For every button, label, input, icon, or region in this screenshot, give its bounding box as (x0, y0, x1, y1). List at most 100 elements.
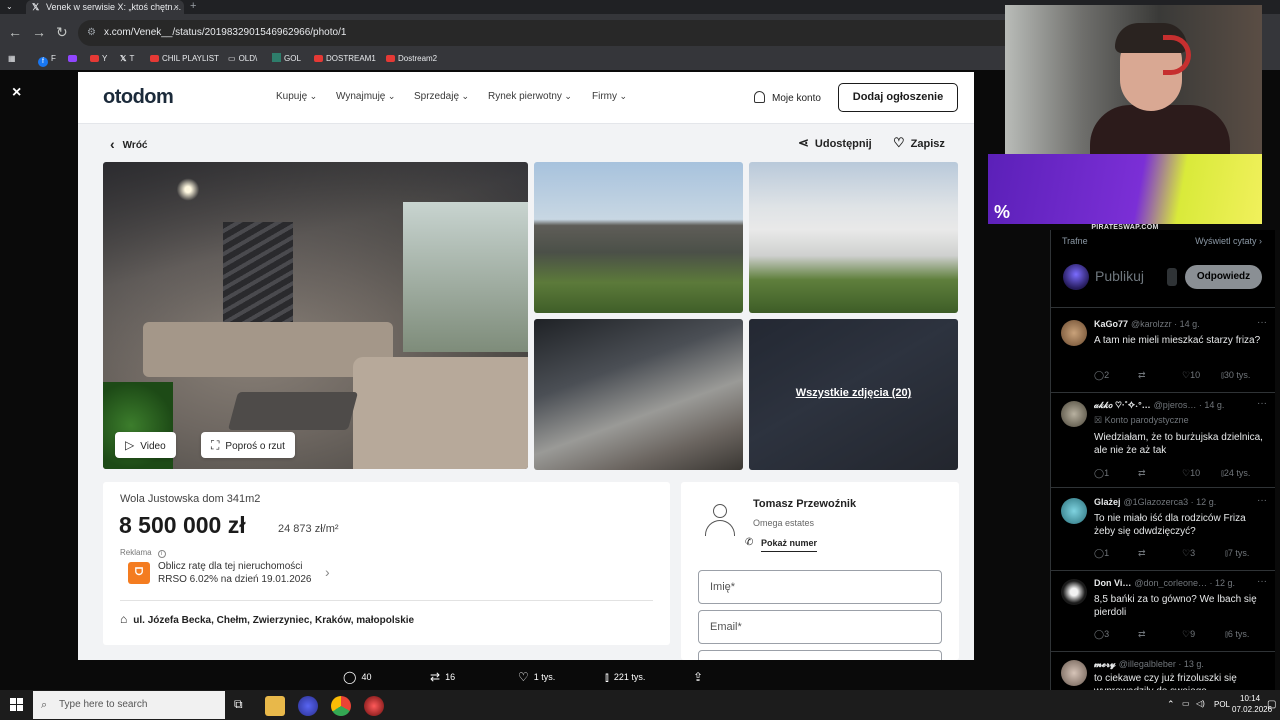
file-explorer-icon[interactable] (265, 696, 285, 716)
media-icon[interactable] (1167, 268, 1177, 286)
tab-title: Venek w serwisie X: „ktoś chętn… (46, 2, 182, 12)
promo-banner: % (988, 154, 1262, 224)
youtube-icon (90, 55, 99, 62)
repost-icon: ⇄ (430, 670, 441, 684)
x-icon: 𝕏 (120, 54, 127, 63)
view-quotes-link[interactable]: Wyświetl cytaty › (1195, 236, 1262, 246)
address: ⌂ ul. Józefa Becka, Chełm, Zwierzyniec, K… (120, 612, 415, 626)
avatar (1061, 660, 1087, 686)
gol-icon (272, 53, 281, 62)
reply-count[interactable]: ◯ 3 (1094, 629, 1109, 640)
reply-tweet[interactable]: 𝓶𝓮𝓻𝔂 @illegalbleber · 13 g. to ciekawe cz… (1051, 654, 1275, 690)
like-count[interactable]: ♡ 9 (1182, 629, 1195, 640)
photo-all-photos: Wszystkie zdjęcia (20) (749, 319, 958, 470)
floorplan-button: ⛶ Poproś o rzut (201, 432, 295, 458)
reply-button[interactable]: Odpowiedz (1185, 265, 1262, 289)
more-icon[interactable]: ··· (1257, 495, 1267, 506)
repost-icon[interactable]: ⇄ (1138, 548, 1146, 559)
share-action[interactable]: ⇪ (693, 670, 708, 684)
more-icon[interactable]: ··· (1257, 576, 1267, 587)
chevron-up-icon[interactable]: ⌃ (1167, 699, 1175, 710)
site-info-icon[interactable]: ⚙ (87, 20, 96, 46)
reload-icon[interactable]: ↻ (56, 22, 68, 42)
sort-relevant[interactable]: Trafne (1062, 236, 1088, 246)
browser-tab[interactable]: 𝕏 Venek w serwisie X: „ktoś chętn… × (26, 0, 184, 14)
forward-icon[interactable]: → (32, 22, 46, 42)
reply-action[interactable]: ◯ 40 (343, 670, 371, 684)
bookmark-dostream1[interactable]: DOSTREAM1 (314, 53, 376, 65)
like-count[interactable]: ♡ 3 (1182, 548, 1195, 559)
bookmark-t[interactable]: 𝕏T (120, 53, 134, 65)
taskbar-search[interactable]: ⌕ Type here to search (33, 691, 225, 719)
back-icon[interactable]: ← (8, 22, 22, 42)
view-count[interactable]: ⫾ 6 tys. (1225, 629, 1249, 640)
more-icon[interactable]: ··· (1257, 398, 1267, 409)
more-icon[interactable]: ··· (1257, 317, 1267, 328)
divider (1051, 651, 1275, 652)
bookmark-dostream2[interactable]: Dostream2 (386, 53, 437, 65)
notifications-icon[interactable]: ▢ (1267, 699, 1276, 710)
streamer-webcam (1005, 5, 1262, 155)
agent-card: Tomasz Przewoźnik Omega estates ✆ Pokaż n… (681, 482, 959, 660)
network-icon[interactable]: ▭ (1182, 699, 1190, 708)
views-action[interactable]: ⫾ 221 tys. (605, 670, 645, 685)
view-count[interactable]: ⫾ 30 tys. (1221, 370, 1250, 381)
reply-count[interactable]: ◯ 1 (1094, 548, 1109, 559)
close-viewer-button[interactable]: × (12, 84, 21, 102)
bookmark-twitch[interactable] (68, 53, 80, 65)
repost-icon[interactable]: ⇄ (1138, 468, 1146, 479)
task-view-icon[interactable]: ⧉ (234, 697, 243, 712)
youtube-icon (314, 55, 323, 62)
like-count[interactable]: ♡ 10 (1182, 468, 1200, 479)
like-action[interactable]: ♡ 1 tys. (518, 670, 555, 684)
reply-tweet[interactable]: Don Vi… @don_corleone… · 12 g. ··· 8,5 ba… (1051, 573, 1275, 651)
divider (1051, 307, 1275, 308)
repost-action[interactable]: ⇄ 16 (430, 670, 455, 684)
reply-count[interactable]: ◯ 1 (1094, 468, 1109, 479)
reply-count[interactable]: ◯ 2 (1094, 370, 1109, 381)
ad-text: Oblicz ratę dla tej nieruchomości RRSO 6.… (158, 561, 312, 585)
volume-icon[interactable]: ◁) (1196, 699, 1205, 708)
view-count[interactable]: ⫾ 7 tys. (1225, 548, 1249, 559)
name-field: Imię* (698, 570, 942, 604)
divider (1051, 487, 1275, 488)
avatar (1061, 498, 1087, 524)
tab-search-icon[interactable]: ⌄ (6, 0, 13, 14)
parody-label: ☒ Konto parodystyczne (1094, 415, 1189, 425)
save-link: ♡ Zapisz (893, 135, 945, 150)
reply-tweet[interactable]: Glażej @1Glazozerca3 · 12 g. ··· To nie m… (1051, 492, 1275, 570)
bookmark-f[interactable]: fF (38, 53, 56, 67)
clock-time[interactable]: 10:14 (1240, 694, 1260, 703)
bookmark-chil-playlist[interactable]: CHIL PLAYLIST (150, 53, 219, 65)
repost-icon[interactable]: ⇄ (1138, 629, 1146, 640)
reply-tweet[interactable]: 𝒶𝓀𝓀𝑜 ♡·˚✧˖°… @pjeros… · 14 g. ··· ☒ Konto… (1051, 395, 1275, 487)
tweet-text: A tam nie mieli mieszkać starzy friza? (1094, 335, 1261, 346)
tab-close-button[interactable]: × (174, 0, 179, 14)
language-indicator[interactable]: POL (1214, 700, 1230, 709)
share-link: ⋖ Udostępnij (798, 135, 872, 150)
listing-price: 8 500 000 zł (119, 512, 246, 538)
reply-sort-row: Trafne Wyświetl cytaty › (1062, 236, 1262, 246)
comment-icon: ◯ (343, 670, 357, 684)
new-tab-button[interactable]: + (190, 0, 196, 13)
phone-field (698, 650, 942, 660)
scan-icon: ⛶ (211, 438, 220, 452)
bookmark-y[interactable]: Y (90, 53, 107, 65)
windows-start-icon[interactable] (10, 698, 24, 712)
bookmark-folder-old[interactable]: ▭ OLD\ (228, 53, 257, 65)
reply-input[interactable]: Publikuj (1095, 268, 1144, 284)
chrome-icon[interactable] (331, 696, 351, 716)
discord-icon[interactable] (298, 696, 318, 716)
like-count[interactable]: ♡ 10 (1182, 370, 1200, 381)
obs-icon[interactable] (364, 696, 384, 716)
listing-image[interactable]: otodom Kupuję Wynajmuję Sprzedaję Rynek … (78, 72, 974, 660)
bookmark-gol[interactable]: GOL (272, 53, 301, 65)
repost-icon[interactable]: ⇄ (1138, 370, 1146, 381)
share-icon: ⋖ (798, 135, 809, 150)
folder-icon: ▭ (228, 54, 236, 63)
address-bar[interactable]: ⚙ x.com/Venek__/status/20198329015469629… (78, 20, 1058, 46)
reply-tweet[interactable]: KaGo77 @karolzzr · 14 g. ··· A tam nie mi… (1051, 314, 1275, 394)
view-count[interactable]: ⫾ 24 tys. (1221, 468, 1250, 479)
apps-grid-icon[interactable]: ▦ (8, 53, 16, 65)
nav-wynajmuje: Wynajmuję (336, 91, 395, 102)
